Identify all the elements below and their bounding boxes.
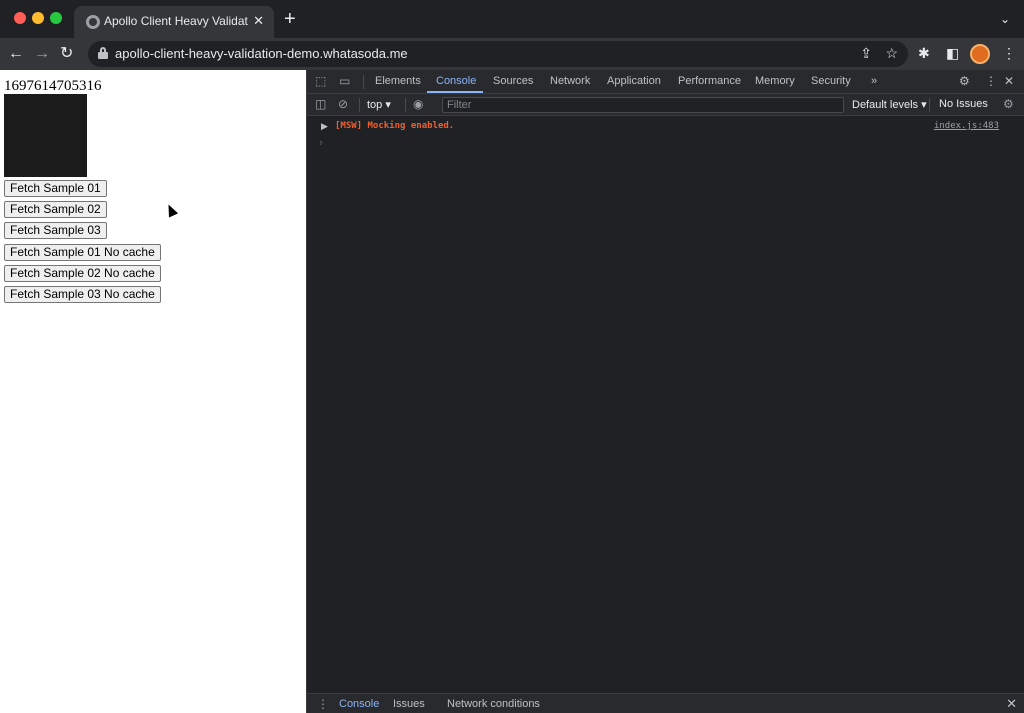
tab-strip: Apollo Client Heavy Validation ✕ + ⌄ [0, 0, 1024, 38]
more-tabs-button[interactable]: » [871, 75, 877, 87]
more-options-icon[interactable]: ⋮ [985, 74, 997, 88]
maximize-window-button[interactable] [50, 12, 62, 24]
browser-toolbar: ← → ↻ apollo-client-heavy-validation-dem… [0, 38, 1024, 70]
drawer-menu-icon[interactable]: ⋮ [317, 697, 329, 711]
drawer-tab-network-conditions[interactable]: Network conditions [447, 698, 540, 710]
filter-placeholder: Filter [447, 99, 472, 111]
browser-window: Apollo Client Heavy Validation ✕ + ⌄ ← →… [0, 0, 1024, 713]
console-prompt[interactable]: › [319, 137, 323, 149]
devtools-panel: ⬚ ▭ Elements Console Sources Network App… [306, 70, 1024, 713]
tab-security[interactable]: Security [811, 75, 851, 87]
device-toolbar-icon[interactable]: ▭ [339, 74, 350, 88]
minimize-window-button[interactable] [32, 12, 44, 24]
console-settings-icon[interactable]: ⚙ [1003, 97, 1014, 111]
tab-elements[interactable]: Elements [375, 75, 421, 87]
globe-icon [86, 15, 100, 29]
devtools-drawer: ⋮ Console Issues Network conditions ✕ [307, 693, 1024, 713]
close-icon[interactable]: ✕ [1006, 696, 1017, 712]
divider [363, 75, 364, 89]
timestamp-text: 1697614705316 [4, 78, 102, 94]
star-icon[interactable]: ☆ [885, 45, 898, 62]
back-button[interactable]: ← [8, 44, 24, 64]
divider [405, 98, 406, 112]
share-icon[interactable]: ⇪ [860, 45, 872, 62]
fetch-sample-02-button[interactable]: Fetch Sample 02 [4, 201, 107, 218]
extensions-icon[interactable]: ✱ [918, 45, 930, 62]
console-output[interactable]: ▶ [MSW] Mocking enabled. index.js:483 › [307, 117, 1024, 693]
source-link[interactable]: index.js:483 [934, 121, 999, 131]
page-viewport: 1697614705316 Fetch Sample 01 Fetch Samp… [0, 70, 306, 713]
fetch-sample-03-button[interactable]: Fetch Sample 03 [4, 222, 107, 239]
divider [359, 98, 360, 112]
reload-button[interactable]: ↻ [60, 44, 73, 64]
address-bar[interactable]: apollo-client-heavy-validation-demo.what… [88, 41, 908, 67]
issues-button[interactable]: No Issues [939, 98, 988, 110]
close-window-button[interactable] [14, 12, 26, 24]
console-message-text: [MSW] Mocking enabled. [335, 121, 455, 131]
side-panel-icon[interactable]: ◧ [946, 45, 959, 62]
filter-input[interactable]: Filter [442, 97, 844, 113]
drawer-tab-console[interactable]: Console [339, 698, 379, 710]
inspect-element-icon[interactable]: ⬚ [315, 74, 326, 88]
mouse-cursor-icon [163, 202, 179, 218]
divider [929, 98, 930, 112]
drawer-tab-issues[interactable]: Issues [393, 698, 425, 710]
active-tab-indicator [427, 91, 483, 93]
fetch-sample-01-no-cache-button[interactable]: Fetch Sample 01 No cache [4, 244, 161, 261]
tab-application[interactable]: Application [607, 75, 661, 87]
tab-performance[interactable]: Performance [678, 75, 741, 87]
sidebar-toggle-icon[interactable]: ◫ [315, 97, 326, 111]
gear-icon[interactable]: ⚙ [959, 74, 970, 88]
lock-icon[interactable] [98, 47, 108, 59]
new-tab-button[interactable]: + [284, 9, 296, 29]
console-message[interactable]: ▶ [MSW] Mocking enabled. index.js:483 [307, 119, 1024, 137]
log-levels-dropdown[interactable]: Default levels ▾ [852, 98, 927, 111]
console-toolbar: ◫ ⊘ top ▾ ◉ Filter Default levels ▾ No I… [307, 94, 1024, 116]
url-text[interactable]: apollo-client-heavy-validation-demo.what… [115, 46, 408, 61]
forward-button[interactable]: → [34, 44, 50, 64]
tab-title: Apollo Client Heavy Validation [104, 14, 248, 28]
clear-console-icon[interactable]: ⊘ [338, 97, 348, 111]
tab-console[interactable]: Console [436, 75, 476, 87]
eye-icon[interactable]: ◉ [413, 97, 423, 111]
tab-memory[interactable]: Memory [755, 75, 795, 87]
fetch-sample-02-no-cache-button[interactable]: Fetch Sample 02 No cache [4, 265, 161, 282]
context-selector[interactable]: top ▾ [367, 98, 391, 111]
expand-caret-icon[interactable]: ▶ [321, 121, 328, 132]
devtools-tab-bar: ⬚ ▭ Elements Console Sources Network App… [307, 70, 1024, 94]
close-icon[interactable]: ✕ [1004, 74, 1014, 88]
black-square [4, 94, 87, 177]
browser-menu-icon[interactable]: ⋮ [1002, 45, 1016, 62]
avatar[interactable] [970, 44, 990, 64]
chevron-down-icon[interactable]: ⌄ [1000, 12, 1010, 26]
tab-sources[interactable]: Sources [493, 75, 533, 87]
tab-network[interactable]: Network [550, 75, 590, 87]
fetch-sample-03-no-cache-button[interactable]: Fetch Sample 03 No cache [4, 286, 161, 303]
browser-tab[interactable]: Apollo Client Heavy Validation ✕ [74, 6, 274, 38]
close-icon[interactable]: ✕ [253, 13, 264, 29]
fetch-sample-01-button[interactable]: Fetch Sample 01 [4, 180, 107, 197]
